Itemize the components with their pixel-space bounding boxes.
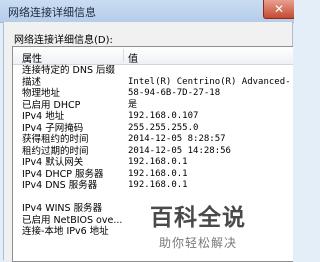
list-row[interactable]: 已启用 DHCP 是 [13,100,293,112]
row-value: 58-94-6B-7D-27-18 [128,88,221,98]
watermark-subtitle: 助你轻松解决 [158,236,237,250]
watermark: 百科全说 助你轻松解决 [138,198,258,251]
row-value: 192.168.0.107 [128,111,199,121]
list-row[interactable]: IPv4 子网掩码 255.255.255.0 [13,123,293,135]
list-row[interactable]: 物理地址 58-94-6B-7D-27-18 [13,88,293,100]
row-property: 物理地址 [22,88,61,99]
watermark-title: 百科全说 [150,205,246,231]
row-value: 192.168.0.1 [128,168,188,179]
list-row[interactable]: IPv4 默认网关 192.168.0.1 [13,157,293,169]
list-row[interactable]: IPv4 DHCP 服务器 192.168.0.1 [13,169,293,181]
row-property: IPv4 DHCP 服务器 [22,168,104,180]
list-row[interactable]: IPv4 DNS 服务器 192.168.0.1 [13,180,293,192]
row-property: 连接-本地 IPv6 地址 [22,226,109,237]
list-row[interactable]: 描述 Intel(R) Centrino(R) Advanced- [13,77,293,89]
row-property: IPv4 默认网关 [22,157,84,168]
row-property: IPv4 WINS 服务器 [22,203,103,214]
close-button[interactable]: ✕ [263,0,294,19]
row-property: IPv4 DNS 服务器 [22,180,98,191]
row-value: 2014-12-05 8:28:57 [128,134,226,144]
row-property: 描述 [22,76,42,88]
row-value: 255.255.255.0 [128,122,199,133]
row-value: 192.168.0.1 [128,157,188,167]
row-property: 获得租约的时间 [22,134,89,145]
row-value: 2014-12-05 14:28:56 [128,145,231,156]
row-value: 192.168.0.1 [128,180,188,190]
column-separator[interactable] [123,49,124,62]
list-row[interactable]: 获得租约的时间 2014-12-05 8:28:57 [13,134,293,146]
list-row[interactable]: IPv4 地址 192.168.0.107 [13,111,293,123]
row-property: 已启用 NetBIOS ove... [22,214,123,226]
column-header-property[interactable]: 属性 [22,50,42,65]
row-property: IPv4 地址 [22,111,65,122]
row-value: Intel(R) Centrino(R) Advanced- [128,76,291,87]
close-icon: ✕ [273,2,285,16]
column-header-value[interactable]: 值 [128,50,138,65]
title-bar: 网络连接详细信息 ✕ [0,0,294,23]
row-property: IPv4 子网掩码 [22,122,84,134]
details-label: 网络连接详细信息(D): [14,35,113,46]
window-title: 网络连接详细信息 [8,6,96,19]
list-row[interactable]: 连接特定的 DNS 后缀 [13,65,293,77]
list-row[interactable]: 租约过期的时间 2014-12-05 14:28:56 [13,146,293,158]
row-property: 连接特定的 DNS 后缀 [22,65,115,76]
list-header: 属性 值 [13,47,293,65]
row-property: 租约过期的时间 [22,145,89,157]
row-property: 已启用 DHCP [22,99,81,111]
row-value: 是 [128,99,138,110]
